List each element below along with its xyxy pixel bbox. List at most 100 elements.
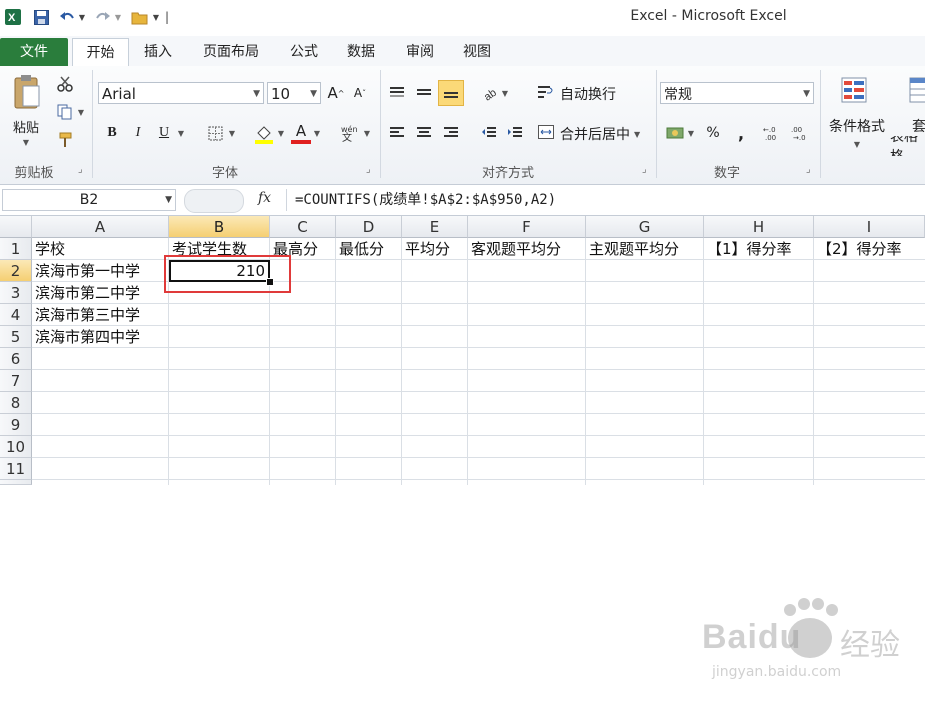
conditional-format-icon[interactable] bbox=[838, 74, 872, 108]
fill-color-dropdown-icon[interactable]: ▼ bbox=[276, 124, 286, 142]
font-color-dropdown-icon[interactable]: ▼ bbox=[312, 124, 322, 142]
insert-function-icon[interactable]: fx bbox=[258, 190, 271, 206]
row-header-2[interactable]: 2 bbox=[0, 260, 32, 282]
alignment-launcher-icon[interactable]: ⌟ bbox=[642, 164, 647, 175]
font-color-button[interactable]: A bbox=[290, 120, 312, 146]
align-right-icon[interactable] bbox=[440, 122, 462, 144]
number-format-value: 常规 bbox=[664, 87, 692, 103]
select-all-corner[interactable] bbox=[0, 216, 32, 238]
cell-a3[interactable]: 滨海市第二中学 bbox=[32, 282, 140, 304]
borders-dropdown-icon[interactable]: ▼ bbox=[227, 124, 237, 142]
cell-h1[interactable]: 【1】得分率 bbox=[704, 238, 792, 260]
column-header-a[interactable]: A bbox=[32, 216, 169, 238]
name-box[interactable]: B2 ▼ bbox=[2, 189, 176, 211]
column-header-d[interactable]: D bbox=[336, 216, 402, 238]
phonetic-guide-icon[interactable]: wén 文 bbox=[338, 122, 360, 144]
font-size-select[interactable]: 10 ▼ bbox=[267, 82, 321, 104]
align-bottom-icon[interactable] bbox=[438, 80, 464, 106]
cell-a5[interactable]: 滨海市第四中学 bbox=[32, 326, 140, 348]
format-as-table-button-bottom[interactable]: 表格格 bbox=[890, 136, 925, 156]
cell-a1[interactable]: 学校 bbox=[32, 238, 65, 260]
percent-button[interactable]: % bbox=[702, 122, 724, 144]
underline-button[interactable]: U bbox=[154, 122, 174, 144]
fill-color-icon[interactable] bbox=[252, 122, 276, 146]
increase-decimal-icon[interactable]: ←.0.00 bbox=[762, 122, 786, 144]
tab-data[interactable]: 数据 bbox=[338, 40, 384, 65]
format-as-table-icon[interactable] bbox=[906, 74, 925, 108]
cell-f1[interactable]: 客观题平均分 bbox=[468, 238, 561, 260]
orientation-icon[interactable]: ab bbox=[478, 82, 502, 104]
cell-g1[interactable]: 主观题平均分 bbox=[586, 238, 679, 260]
tab-home[interactable]: 开始 bbox=[72, 38, 129, 67]
italic-button[interactable]: I bbox=[128, 122, 148, 144]
row-header-7[interactable]: 7 bbox=[0, 370, 32, 392]
font-launcher-icon[interactable]: ⌟ bbox=[366, 164, 371, 175]
column-header-b[interactable]: B bbox=[169, 216, 270, 238]
tab-page-layout[interactable]: 页面布局 bbox=[192, 40, 270, 65]
decrease-decimal-icon[interactable]: .00 →.0 bbox=[790, 122, 814, 144]
format-painter-icon[interactable] bbox=[54, 130, 76, 150]
orientation-dropdown-icon[interactable]: ▼ bbox=[500, 84, 510, 102]
conditional-format-button[interactable]: 条件格式 bbox=[824, 116, 890, 136]
gridline bbox=[585, 238, 586, 485]
grow-font-icon[interactable]: A ^ bbox=[326, 82, 346, 104]
paste-icon[interactable] bbox=[8, 72, 44, 112]
column-header-c[interactable]: C bbox=[270, 216, 336, 238]
formula-input[interactable]: =COUNTIFS(成绩单!$A$2:$A$950,A2) bbox=[286, 189, 922, 211]
accounting-format-icon[interactable] bbox=[664, 122, 686, 144]
row-header-10[interactable]: 10 bbox=[0, 436, 32, 458]
format-as-table-button-top[interactable]: 套 bbox=[904, 116, 925, 136]
row-header-12[interactable]: 12 bbox=[0, 480, 32, 485]
tab-insert[interactable]: 插入 bbox=[136, 40, 180, 65]
conditional-format-dropdown-icon[interactable]: ▼ bbox=[850, 138, 864, 150]
increase-indent-icon[interactable] bbox=[504, 122, 526, 144]
column-header-f[interactable]: F bbox=[468, 216, 586, 238]
copy-icon[interactable] bbox=[54, 102, 76, 122]
underline-dropdown-icon[interactable]: ▼ bbox=[176, 124, 186, 142]
column-header-g[interactable]: G bbox=[586, 216, 704, 238]
phonetic-dropdown-icon[interactable]: ▼ bbox=[362, 124, 372, 142]
row-header-6[interactable]: 6 bbox=[0, 348, 32, 370]
comma-style-button[interactable]: , bbox=[730, 122, 752, 144]
number-format-select[interactable]: 常规 ▼ bbox=[660, 82, 814, 104]
align-left-icon[interactable] bbox=[386, 122, 408, 144]
align-middle-icon[interactable] bbox=[413, 82, 435, 104]
align-center-icon[interactable] bbox=[413, 122, 435, 144]
align-top-icon[interactable] bbox=[386, 82, 408, 104]
row-header-11[interactable]: 11 bbox=[0, 458, 32, 480]
tab-file[interactable]: 文件 bbox=[0, 38, 68, 66]
cell-a4[interactable]: 滨海市第三中学 bbox=[32, 304, 140, 326]
merge-center-button[interactable]: 合并后居中 ▼ bbox=[538, 122, 654, 146]
wrap-text-button[interactable]: 自动换行 bbox=[538, 82, 648, 106]
row-header-1[interactable]: 1 bbox=[0, 238, 32, 260]
paste-dropdown-icon[interactable]: ▼ bbox=[18, 136, 34, 148]
cell-i1[interactable]: 【2】得分率 bbox=[814, 238, 902, 260]
formula-bar-expander[interactable] bbox=[184, 189, 244, 213]
column-header-e[interactable]: E bbox=[402, 216, 468, 238]
row-header-5[interactable]: 5 bbox=[0, 326, 32, 348]
row-header-3[interactable]: 3 bbox=[0, 282, 32, 304]
cell-e1[interactable]: 平均分 bbox=[402, 238, 450, 260]
row-header-8[interactable]: 8 bbox=[0, 392, 32, 414]
cut-icon[interactable] bbox=[54, 74, 76, 94]
row-header-9[interactable]: 9 bbox=[0, 414, 32, 436]
copy-dropdown-icon[interactable]: ▼ bbox=[76, 104, 86, 120]
decrease-indent-icon[interactable] bbox=[478, 122, 500, 144]
font-name-select[interactable]: Arial ▼ bbox=[98, 82, 264, 104]
shrink-font-icon[interactable]: Aˇ bbox=[350, 82, 370, 104]
clipboard-launcher-icon[interactable]: ⌟ bbox=[78, 164, 83, 175]
tab-formulas[interactable]: 公式 bbox=[282, 40, 326, 65]
column-header-i[interactable]: I bbox=[814, 216, 925, 238]
number-launcher-icon[interactable]: ⌟ bbox=[806, 164, 811, 175]
accounting-dropdown-icon[interactable]: ▼ bbox=[686, 124, 696, 142]
borders-icon[interactable] bbox=[204, 122, 226, 144]
cell-a2[interactable]: 滨海市第一中学 bbox=[32, 260, 140, 282]
column-header-h[interactable]: H bbox=[704, 216, 814, 238]
row-header-4[interactable]: 4 bbox=[0, 304, 32, 326]
worksheet-grid[interactable]: A B C D E F G H I 1 2 3 4 5 6 7 8 9 10 1… bbox=[0, 216, 925, 680]
tab-review[interactable]: 审阅 bbox=[397, 40, 443, 65]
paste-button[interactable]: 粘贴 bbox=[6, 116, 46, 136]
bold-button[interactable]: B bbox=[102, 122, 122, 144]
cell-d1[interactable]: 最低分 bbox=[336, 238, 384, 260]
tab-view[interactable]: 视图 bbox=[454, 40, 500, 65]
